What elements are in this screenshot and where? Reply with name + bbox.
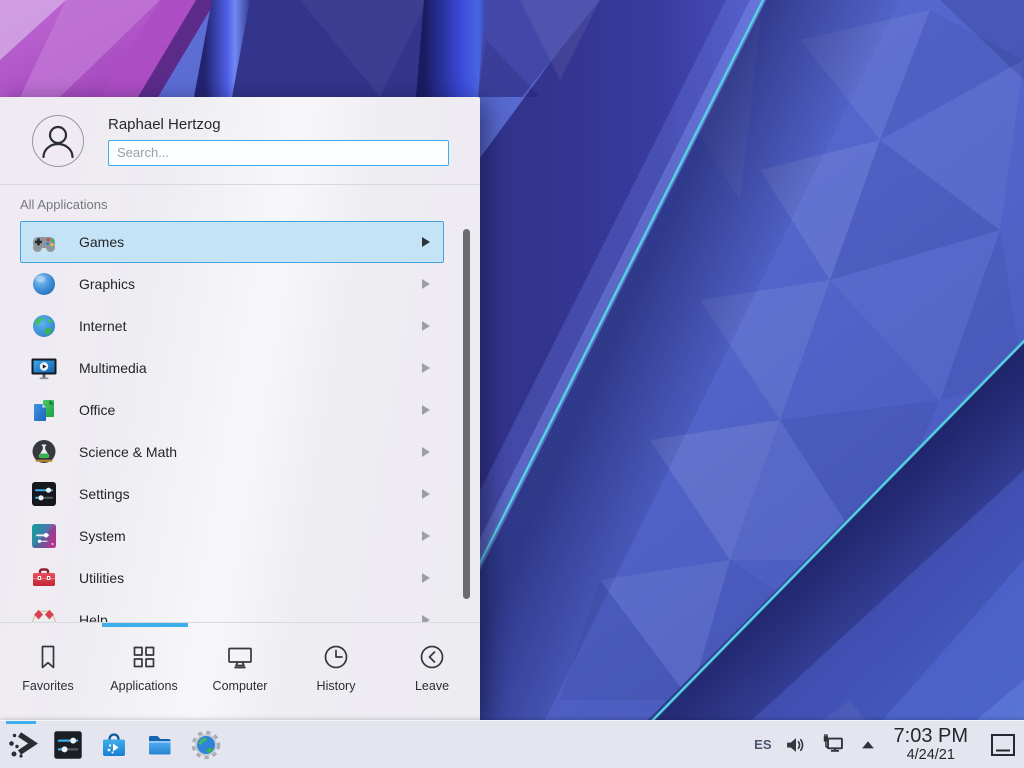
utilities-icon [30,564,58,592]
desktop: Raphael Hertzog All Applications Games [0,0,1024,768]
help-icon [30,606,58,622]
menu-item-label: Help [79,612,108,622]
section-label: All Applications [0,185,480,221]
menu-item-label: System [79,528,126,544]
user-name: Raphael Hertzog [108,116,449,133]
dolphin-button[interactable] [144,729,176,761]
multimedia-icon [30,354,58,382]
clock-time: 7:03 PM [894,726,968,746]
submenu-arrow-icon [422,321,430,331]
tab-label: History [317,679,356,693]
games-icon [30,228,58,256]
tab-leave[interactable]: Leave [384,623,480,719]
history-icon [321,642,351,672]
taskbar: ES 7:03 PM 4/24/21 [0,720,1024,768]
discover-button[interactable] [98,729,130,761]
submenu-arrow-icon [422,405,430,415]
kickoff-menu: Raphael Hertzog All Applications Games [0,97,480,720]
submenu-arrow-icon [422,489,430,499]
system-settings-icon [52,729,84,761]
application-launcher-icon [6,729,38,761]
submenu-arrow-icon [422,573,430,583]
tab-label: Applications [110,679,177,693]
keyboard-layout-indicator[interactable]: ES [754,737,771,752]
menu-item-label: Internet [79,318,126,334]
system-icon [30,522,58,550]
application-launcher-button[interactable] [6,729,38,761]
menu-item-label: Utilities [79,570,124,586]
konqueror-button[interactable] [190,729,222,761]
menu-item-label: Multimedia [79,360,147,376]
office-icon [30,396,58,424]
volume-icon[interactable] [783,732,809,758]
user-icon [33,116,83,166]
menu-item-label: Games [79,234,124,250]
submenu-arrow-icon [422,531,430,541]
scrollbar[interactable] [463,229,470,599]
app-list: Games Graphics [0,221,480,622]
tab-label: Leave [415,679,449,693]
avatar[interactable] [32,115,84,167]
network-icon[interactable] [820,731,847,758]
digital-clock[interactable]: 7:03 PM 4/24/21 [894,726,968,763]
submenu-arrow-icon [422,279,430,289]
internet-icon [30,312,58,340]
tab-label: Favorites [22,679,73,693]
menu-item-science-math[interactable]: Science & Math [20,431,444,473]
dolphin-icon [144,729,176,761]
kickoff-tabbar: Favorites Applications Computer [0,622,480,719]
menu-item-games[interactable]: Games [20,221,444,263]
favorites-icon [33,642,63,672]
science-icon [30,438,58,466]
discover-icon [98,729,130,761]
tab-favorites[interactable]: Favorites [0,623,96,719]
menu-item-label: Office [79,402,115,418]
kickoff-header: Raphael Hertzog [0,97,480,185]
system-tray: ES 7:03 PM 4/24/21 [754,726,1018,763]
expand-tray-icon[interactable] [858,735,878,755]
menu-item-help[interactable]: Help [20,599,444,622]
settings-icon [30,480,58,508]
menu-item-graphics[interactable]: Graphics [20,263,444,305]
submenu-arrow-icon [422,237,430,247]
menu-item-label: Graphics [79,276,135,292]
system-settings-button[interactable] [52,729,84,761]
taskbar-apps [6,729,222,761]
show-desktop-icon[interactable] [988,730,1018,760]
search-input[interactable] [108,140,449,166]
menu-item-multimedia[interactable]: Multimedia [20,347,444,389]
computer-icon [225,642,255,672]
menu-item-system[interactable]: System [20,515,444,557]
tab-label: Computer [213,679,268,693]
applications-icon [129,642,159,672]
menu-item-settings[interactable]: Settings [20,473,444,515]
menu-item-office[interactable]: Office [20,389,444,431]
submenu-arrow-icon [422,363,430,373]
submenu-arrow-icon [422,615,430,622]
leave-icon [417,642,447,672]
clock-date: 4/24/21 [894,748,968,763]
tab-computer[interactable]: Computer [192,623,288,719]
konqueror-icon [190,729,222,761]
tab-applications[interactable]: Applications [96,623,192,719]
menu-item-label: Science & Math [79,444,177,460]
menu-item-label: Settings [79,486,130,502]
graphics-icon [30,270,58,298]
menu-item-internet[interactable]: Internet [20,305,444,347]
submenu-arrow-icon [422,447,430,457]
menu-item-utilities[interactable]: Utilities [20,557,444,599]
tab-history[interactable]: History [288,623,384,719]
